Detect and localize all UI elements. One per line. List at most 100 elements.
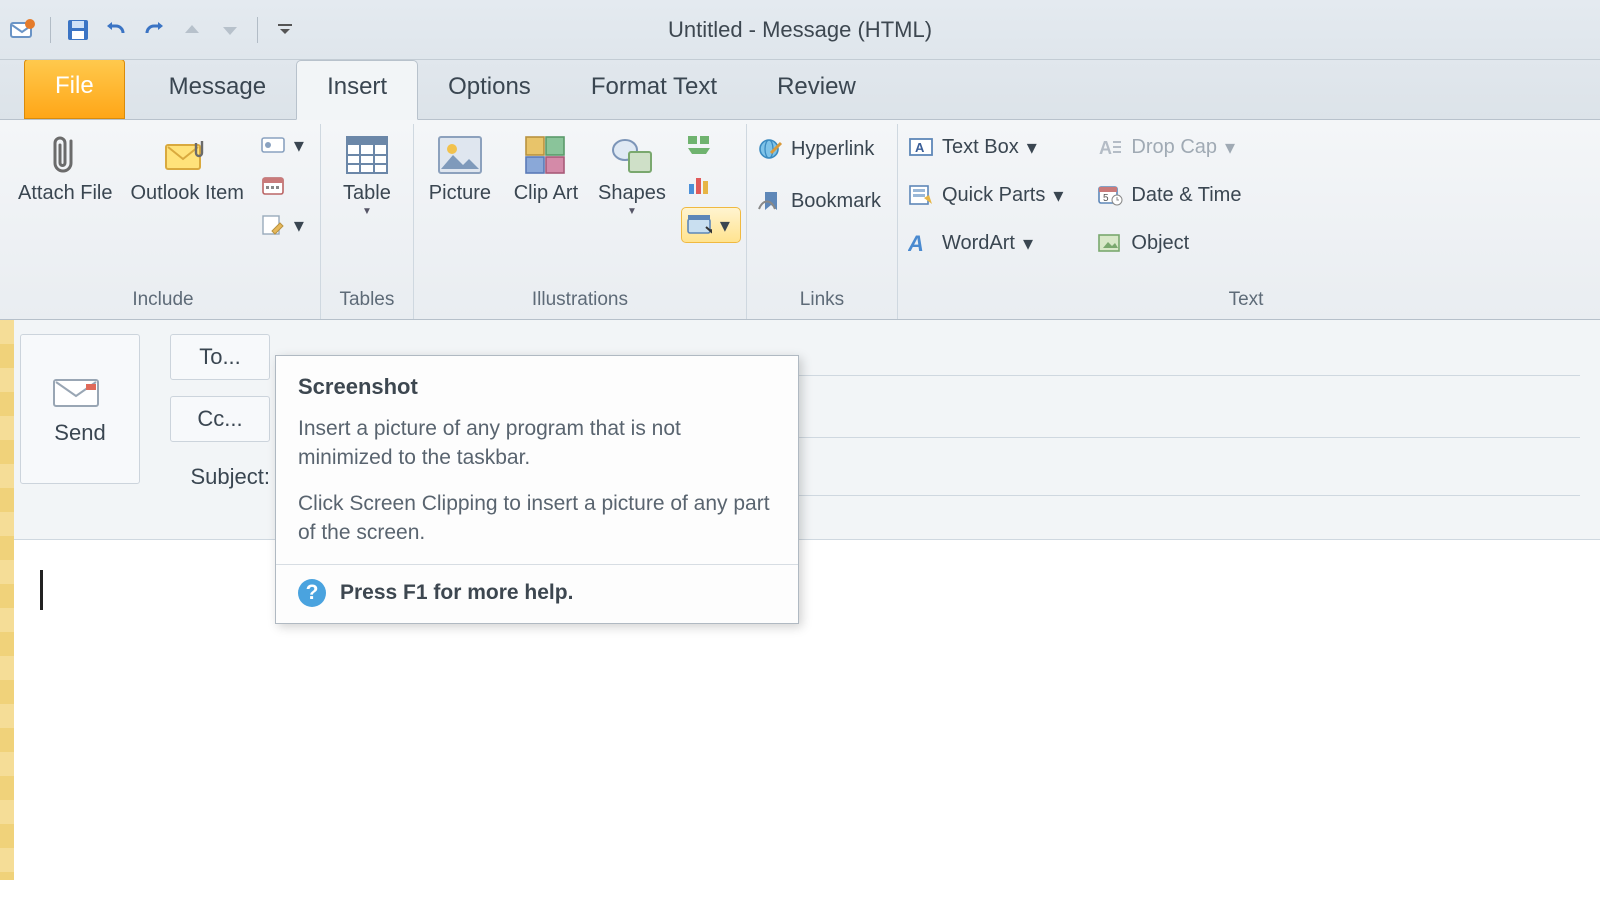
business-card-icon [260,132,286,158]
help-icon: ? [298,579,326,607]
paperclip-icon [42,132,88,178]
send-button[interactable]: Send [20,334,140,484]
next-item-icon[interactable] [215,15,245,45]
svg-text:A: A [908,231,924,255]
quickparts-icon [908,182,934,208]
textbox-icon: A [908,134,934,160]
undo-icon[interactable] [101,15,131,45]
send-label: Send [54,420,105,446]
tooltip-help-text: Press F1 for more help. [340,581,573,605]
shapes-icon [609,132,655,178]
svg-text:A: A [1099,138,1112,158]
bookmark-icon [757,188,783,214]
tooltip-paragraph-1: Insert a picture of any program that is … [298,414,776,473]
tooltip-paragraph-2: Click Screen Clipping to insert a pictur… [298,489,776,548]
tab-format-text[interactable]: Format Text [561,61,747,119]
quick-parts-label: Quick Parts [942,184,1045,207]
chevron-down-icon: ▾ [294,133,304,158]
attach-file-button[interactable]: Attach File [12,128,118,208]
picture-button[interactable]: Picture [420,128,500,208]
wordart-label: WordArt [942,232,1015,255]
smartart-button[interactable] [682,128,740,162]
screenshot-tooltip: Screenshot Insert a picture of any progr… [275,355,799,624]
group-illustrations: Picture Clip Art Shapes ▼ ▾ Illustration… [413,124,746,319]
date-time-label: Date & Time [1131,184,1241,207]
divider [276,564,798,565]
separator [257,17,258,43]
shapes-button[interactable]: Shapes ▼ [592,128,672,221]
outlook-icon[interactable] [8,15,38,45]
attach-file-label: Attach File [18,182,112,204]
datetime-icon: 5 [1097,182,1123,208]
wordart-button[interactable]: A WordArt ▾ [904,226,1073,260]
group-label-links: Links [753,285,891,319]
shapes-label: Shapes [598,182,666,204]
svg-text:5: 5 [1103,193,1109,204]
subject-label: Subject: [170,464,270,490]
redo-icon[interactable] [139,15,169,45]
chevron-down-icon: ▾ [720,213,730,238]
table-icon [344,132,390,178]
window-title: Untitled - Message (HTML) [668,17,932,43]
table-button[interactable]: Table ▼ [327,128,407,221]
hyperlink-label: Hyperlink [791,138,874,161]
object-icon [1097,230,1123,256]
clipart-icon [523,132,569,178]
to-button[interactable]: To... [170,334,270,380]
tab-options[interactable]: Options [418,61,561,119]
chevron-down-icon: ▾ [1053,183,1063,208]
title-bar: Untitled - Message (HTML) [0,0,1600,60]
ribbon: Attach File Outlook Item ▾ ▾ Include Tab… [0,120,1600,320]
message-body[interactable] [0,540,1600,920]
group-label-include: Include [12,285,314,319]
object-button[interactable]: Object [1093,226,1251,260]
bookmark-button[interactable]: Bookmark [753,184,891,218]
picture-icon [437,132,483,178]
group-label-illustrations: Illustrations [420,285,740,319]
cc-button[interactable]: Cc... [170,396,270,442]
svg-text:A: A [915,140,925,155]
date-time-button[interactable]: 5 Date & Time [1093,178,1251,212]
text-box-label: Text Box [942,136,1019,159]
business-card-button[interactable]: ▾ [256,128,314,162]
customize-qat-icon[interactable] [270,15,300,45]
group-links: Hyperlink Bookmark Links [746,124,897,319]
clip-art-label: Clip Art [514,182,578,204]
group-tables: Table ▼ Tables [320,124,413,319]
screenshot-button[interactable]: ▾ [682,208,740,242]
calendar-button[interactable] [256,168,314,202]
save-icon[interactable] [63,15,93,45]
drop-cap-button: ADrop Cap ▾ [1093,130,1251,164]
screenshot-icon [686,212,712,238]
picture-label: Picture [429,182,491,204]
chart-icon [686,172,712,198]
nav-stub [0,320,14,880]
chevron-down-icon: ▾ [1027,135,1037,160]
clip-art-button[interactable]: Clip Art [506,128,586,208]
separator [50,17,51,43]
calendar-icon [260,172,286,198]
group-include: Attach File Outlook Item ▾ ▾ Include [6,124,320,319]
signature-button[interactable]: ▾ [256,208,314,242]
quick-access-toolbar [8,15,300,45]
quick-parts-button[interactable]: Quick Parts ▾ [904,178,1073,212]
chevron-down-icon: ▼ [627,206,637,217]
chevron-down-icon: ▾ [1023,231,1033,256]
bookmark-label: Bookmark [791,190,881,213]
chevron-down-icon: ▾ [1225,135,1235,160]
tab-message[interactable]: Message [139,61,296,119]
tab-insert[interactable]: Insert [296,60,418,120]
outlook-item-button[interactable]: Outlook Item [124,128,249,208]
chart-button[interactable] [682,168,740,202]
hyperlink-icon [757,136,783,162]
text-cursor [40,570,43,610]
tab-review[interactable]: Review [747,61,886,119]
text-box-button[interactable]: A Text Box ▾ [904,130,1073,164]
tooltip-title: Screenshot [298,374,776,400]
hyperlink-button[interactable]: Hyperlink [753,132,891,166]
group-text: A Text Box ▾ Quick Parts ▾ A WordArt ▾ ADr… [897,124,1594,319]
compose-header: Send To... Cc... Subject: [0,320,1600,540]
prev-item-icon[interactable] [177,15,207,45]
tab-file[interactable]: File [24,59,125,119]
table-label: Table [343,182,391,204]
